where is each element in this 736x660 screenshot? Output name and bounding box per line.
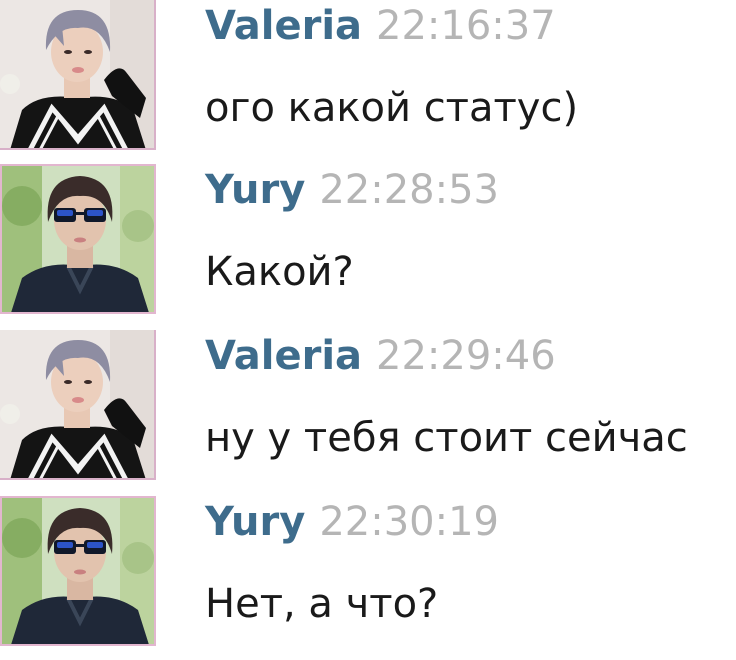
user-photo-icon [2,498,154,644]
timestamp: 22:16:37 [376,3,556,49]
message-row: Yury 22:28:53 Какой? [0,164,736,328]
message-text: Нет, а что? [205,581,439,627]
timestamp: 22:29:46 [376,333,556,379]
avatar[interactable] [0,0,156,150]
avatar[interactable] [0,164,156,314]
message-row: Valeria 22:16:37 ого какой статус) [0,0,736,164]
avatar[interactable] [0,496,156,646]
message-header: Valeria 22:29:46 [205,332,556,380]
message-row: Yury 22:30:19 Нет, а что? [0,496,736,660]
timestamp: 22:30:19 [319,499,499,545]
message-header: Valeria 22:16:37 [205,2,556,50]
chat-log: Valeria 22:16:37 ого какой статус) Yury … [0,0,736,646]
user-photo-icon [0,330,154,478]
message-text: ну у тебя стоит сейчас [205,415,688,461]
author-name[interactable]: Valeria [205,3,362,49]
message-row: Valeria 22:29:46 ну у тебя стоит сейчас [0,330,736,494]
message-text: ого какой статус) [205,85,579,131]
author-name[interactable]: Yury [205,499,305,545]
avatar[interactable] [0,330,156,480]
author-name[interactable]: Yury [205,167,305,213]
user-photo-icon [2,166,154,312]
author-name[interactable]: Valeria [205,333,362,379]
message-text: Какой? [205,249,354,295]
message-header: Yury 22:28:53 [205,166,499,214]
timestamp: 22:28:53 [319,167,499,213]
user-photo-icon [0,0,154,148]
message-header: Yury 22:30:19 [205,498,499,546]
